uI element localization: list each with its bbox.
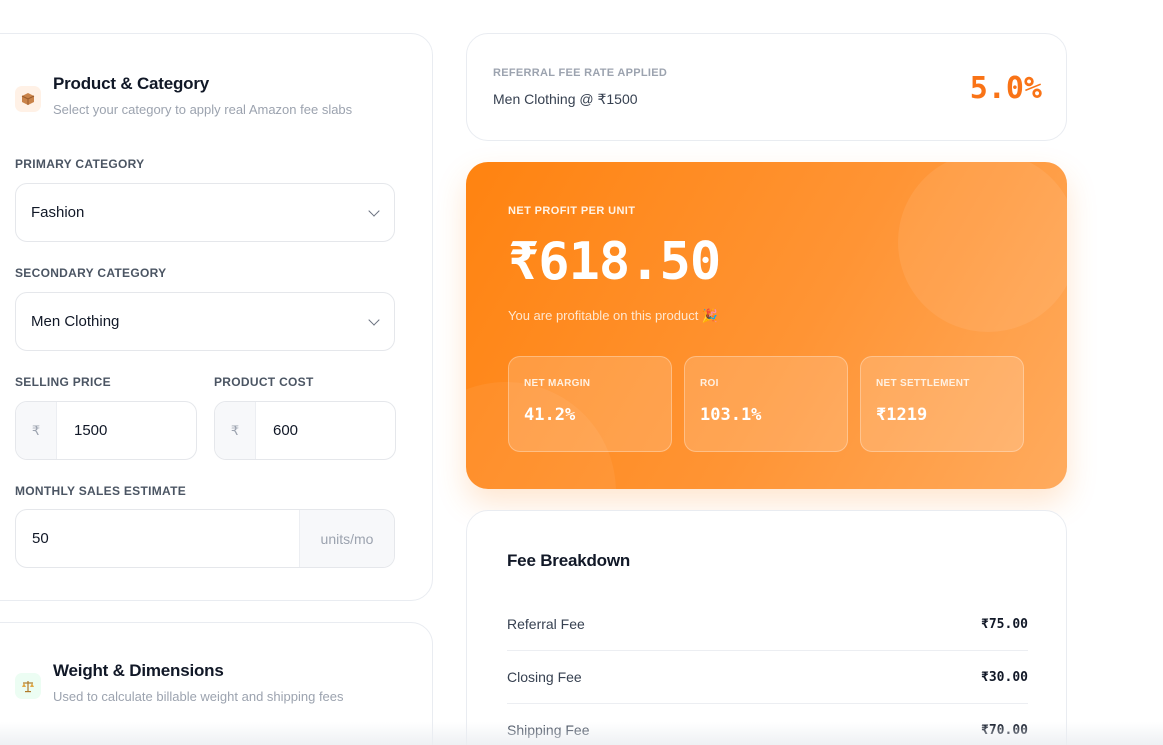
product-section-header: Product & Category Select your category … <box>15 74 352 117</box>
weight-section-subtitle: Used to calculate billable weight and sh… <box>53 689 344 704</box>
primary-category-label: PRIMARY CATEGORY <box>15 157 145 171</box>
chevron-down-icon <box>368 313 380 326</box>
secondary-category-select[interactable]: Men Clothing <box>15 292 395 351</box>
selling-price-input[interactable]: ₹ 1500 <box>15 401 197 460</box>
product-cost-value: 600 <box>273 422 299 439</box>
fee-row: Referral Fee ₹75.00 <box>507 598 1028 651</box>
primary-category-select[interactable]: Fashion <box>15 183 395 242</box>
fee-amount: ₹75.00 <box>981 616 1028 632</box>
selling-price-label: SELLING PRICE <box>15 375 111 389</box>
net-profit-value: ₹618.50 <box>508 232 721 292</box>
monthly-sales-label: MONTHLY SALES ESTIMATE <box>15 484 187 498</box>
fee-breakdown-card: Fee Breakdown Referral Fee ₹75.00 Closin… <box>466 510 1067 745</box>
package-icon <box>15 86 41 112</box>
stat-net-settlement: NET SETTLEMENT ₹1219 <box>860 356 1024 452</box>
stat-value: ₹1219 <box>876 405 928 425</box>
monthly-sales-input[interactable]: 50 units/mo <box>15 509 395 568</box>
weight-section-header: Weight & Dimensions Used to calculate bi… <box>15 661 344 704</box>
fee-name: Referral Fee <box>507 616 585 632</box>
referral-rate-card: REFERRAL FEE RATE APPLIED Men Clothing @… <box>466 33 1067 141</box>
net-profit-label: NET PROFIT PER UNIT <box>508 205 636 217</box>
secondary-category-label: SECONDARY CATEGORY <box>15 266 167 280</box>
fee-amount: ₹70.00 <box>981 722 1028 738</box>
stat-roi: ROI 103.1% <box>684 356 848 452</box>
net-profit-card: NET PROFIT PER UNIT ₹618.50 You are prof… <box>466 162 1067 489</box>
decorative-circle <box>898 162 1067 332</box>
stat-label: NET SETTLEMENT <box>876 378 970 389</box>
stat-net-margin: NET MARGIN 41.2% <box>508 356 672 452</box>
monthly-sales-value: 50 <box>32 530 49 547</box>
product-section-title: Product & Category <box>53 74 210 93</box>
stat-label: NET MARGIN <box>524 378 591 389</box>
fee-breakdown-title: Fee Breakdown <box>507 551 631 570</box>
profit-message: You are profitable on this product 🎉 <box>508 308 719 323</box>
units-suffix: units/mo <box>299 510 394 567</box>
referral-rate-label: REFERRAL FEE RATE APPLIED <box>493 67 668 79</box>
fee-row: Shipping Fee ₹70.00 <box>507 704 1028 745</box>
rupee-prefix: ₹ <box>215 402 256 459</box>
product-cost-input[interactable]: ₹ 600 <box>214 401 396 460</box>
fee-name: Shipping Fee <box>507 722 590 738</box>
rupee-prefix: ₹ <box>16 402 57 459</box>
referral-rate-value: 5.0% <box>969 71 1042 106</box>
selling-price-value: 1500 <box>74 422 108 439</box>
fee-name: Closing Fee <box>507 669 582 685</box>
referral-rate-detail: Men Clothing @ ₹1500 <box>493 91 638 107</box>
product-section-subtitle: Select your category to apply real Amazo… <box>53 102 353 117</box>
primary-category-value: Fashion <box>31 204 85 221</box>
product-category-card: Product & Category Select your category … <box>0 33 433 601</box>
weight-dimensions-card: Weight & Dimensions Used to calculate bi… <box>0 622 433 745</box>
stat-value: 103.1% <box>700 405 762 425</box>
weight-section-title: Weight & Dimensions <box>53 661 224 680</box>
chevron-down-icon <box>368 204 380 217</box>
stat-value: 41.2% <box>524 405 576 425</box>
fee-amount: ₹30.00 <box>981 669 1028 685</box>
scale-icon <box>15 673 41 699</box>
stat-label: ROI <box>700 378 719 389</box>
secondary-category-value: Men Clothing <box>31 313 120 330</box>
product-cost-label: PRODUCT COST <box>214 375 314 389</box>
fee-row: Closing Fee ₹30.00 <box>507 651 1028 704</box>
